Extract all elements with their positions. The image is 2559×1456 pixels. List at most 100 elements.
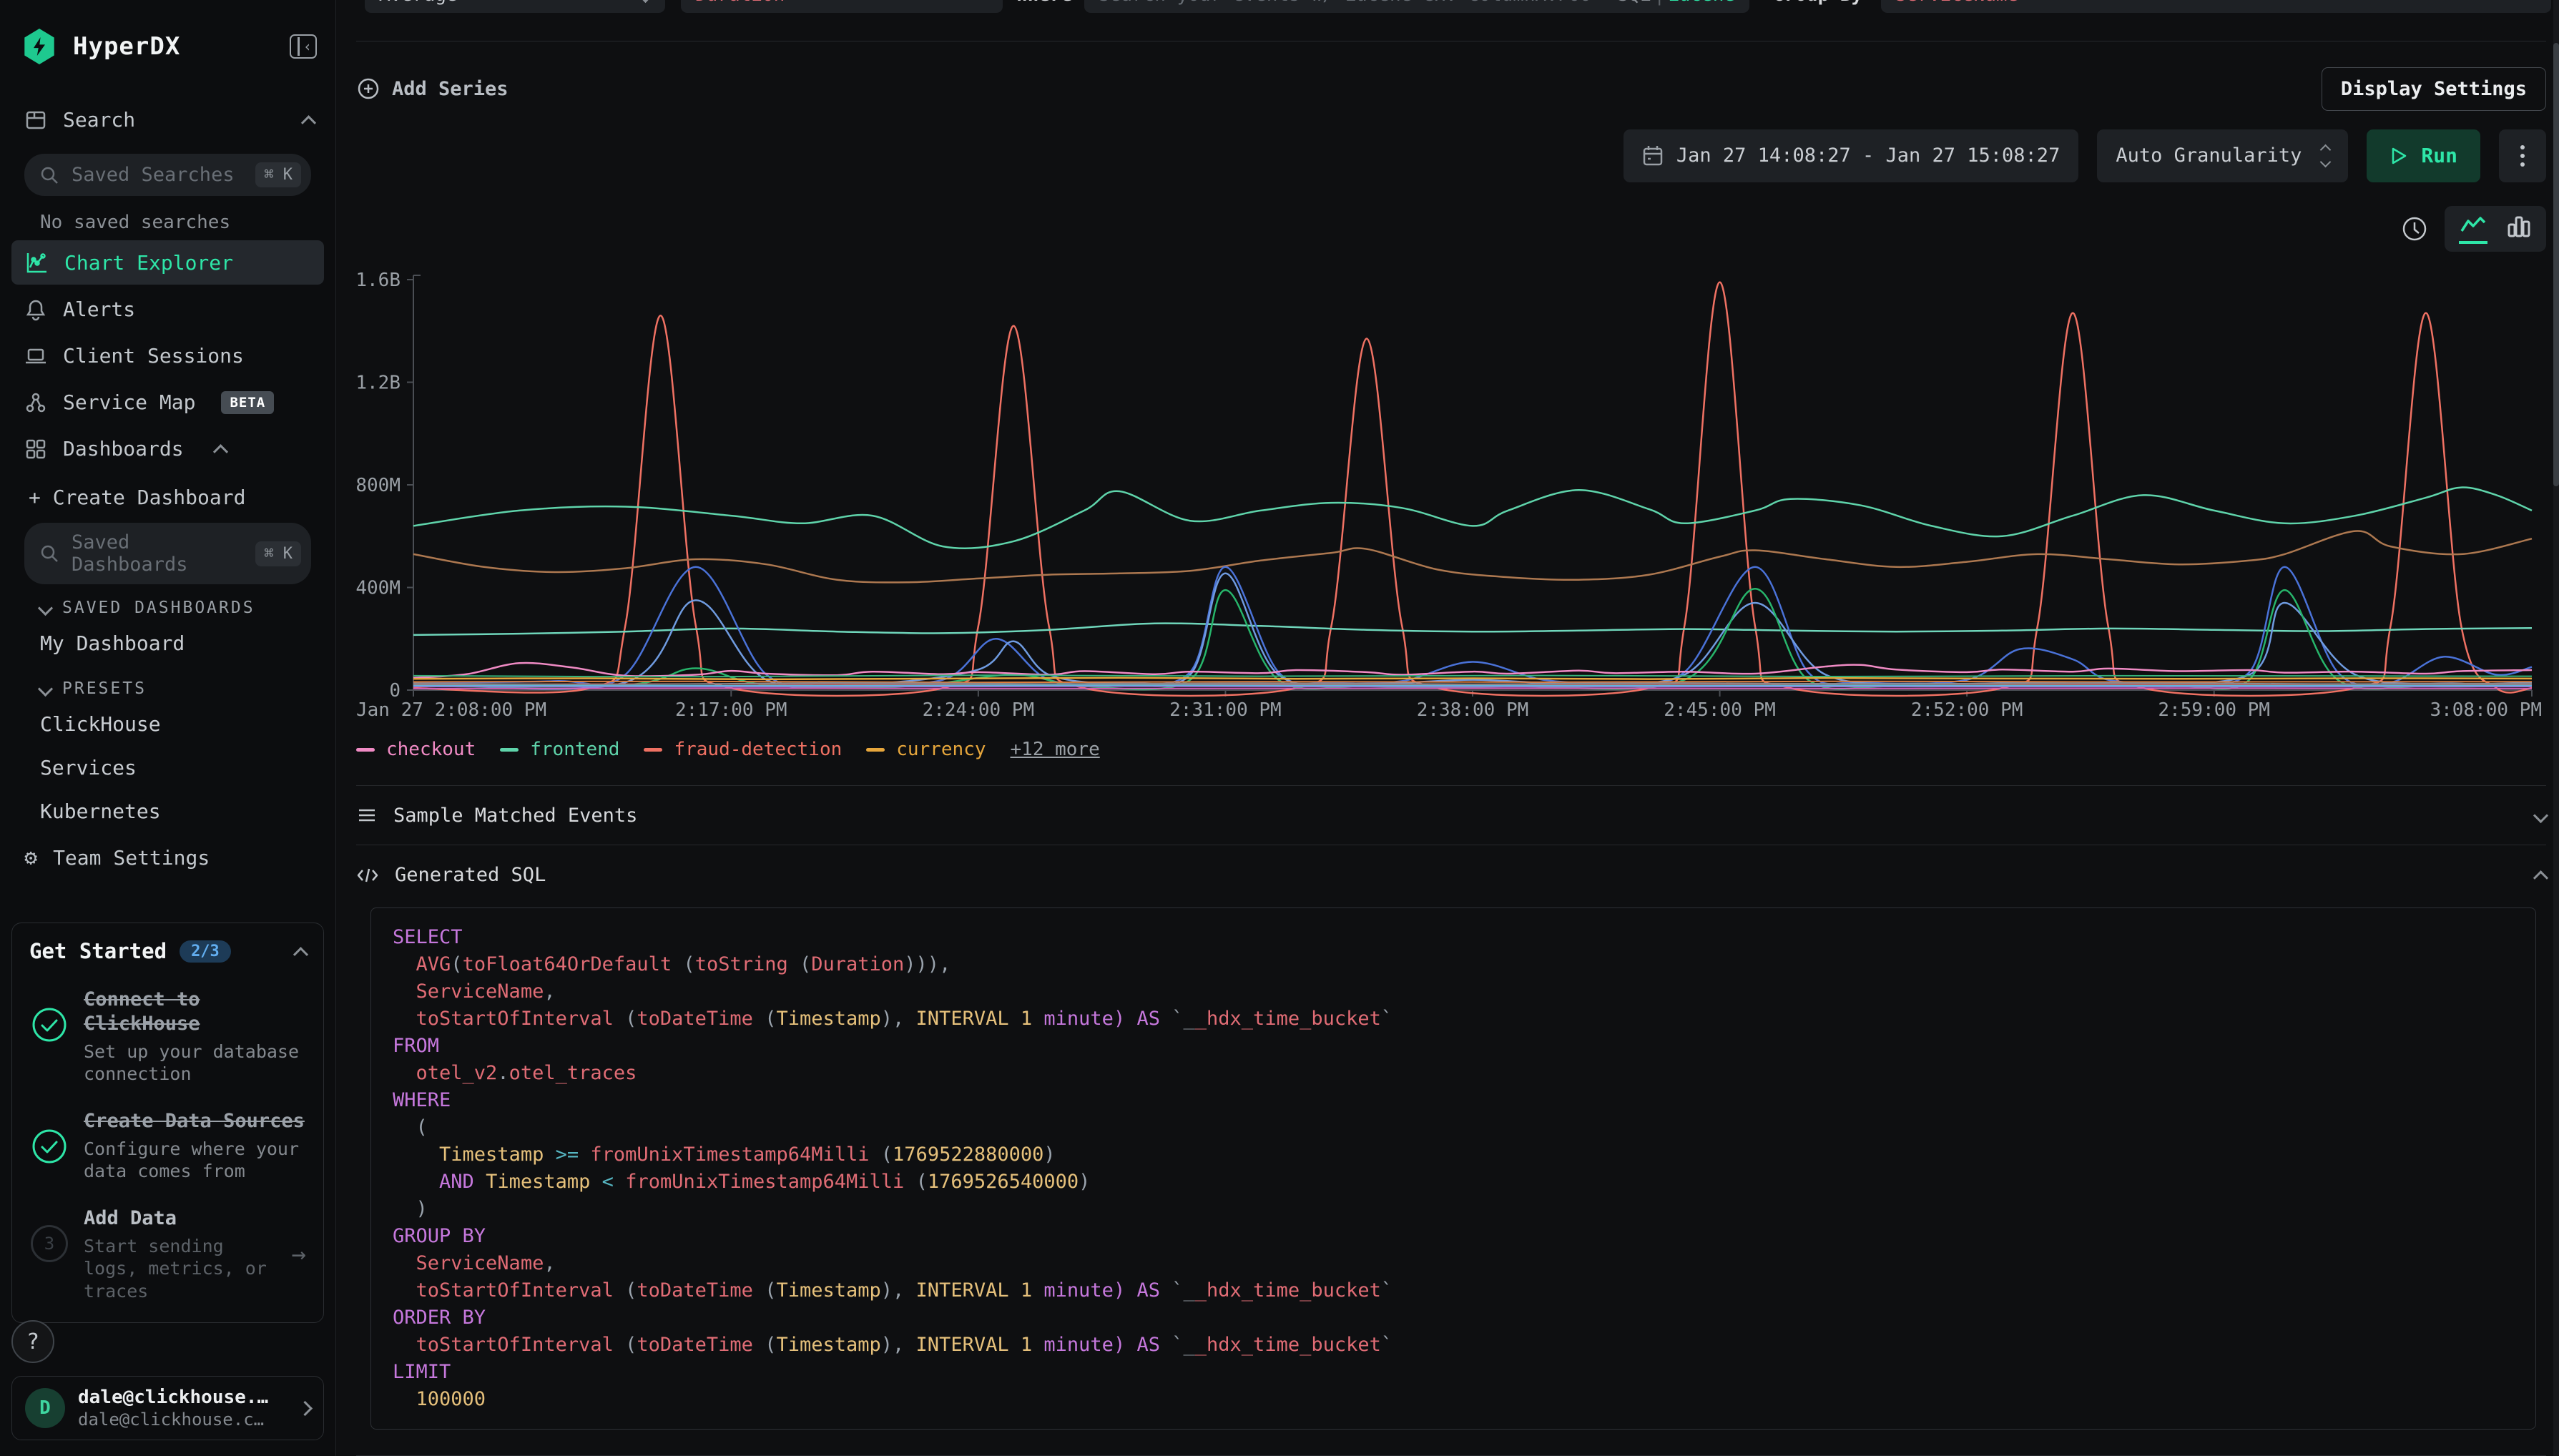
chevron-down-icon [2533,808,2548,823]
run-button[interactable]: Run [2367,129,2480,182]
sidebar-item-label: Dashboards [63,437,184,461]
lang-lucene[interactable]: Lucene [1668,0,1735,6]
chart-explorer-icon [24,250,49,275]
chevron-down-icon [38,600,53,615]
dashboards-icon [24,438,47,461]
legend-item[interactable]: checkout [356,739,476,760]
field-value: Duration [695,0,785,6]
sidebar-item-preset[interactable]: ClickHouse [0,702,335,746]
lang-separator: | [1654,0,1665,6]
sidebar-item-team-settings[interactable]: ⚙ Team Settings [0,833,335,882]
create-dashboard-button[interactable]: + Create Dashboard [0,473,335,521]
sidebar-item-label: Chart Explorer [64,251,233,275]
step-description: Set up your database connection [84,1041,306,1086]
bell-icon [24,298,47,321]
saved-dashboards-input[interactable]: Saved Dashboards ⌘ K [24,523,311,584]
svg-text:2:38:00 PM: 2:38:00 PM [1417,699,1529,721]
saved-dashboards-section-toggle[interactable]: SAVED DASHBOARDS [0,584,335,621]
user-name: dale@clickhouse.… [78,1387,287,1408]
app-title: HyperDX [73,32,290,61]
group-by-label: Group By [1773,0,1862,13]
time-format-icon[interactable] [2400,215,2429,243]
shortcut-badge: ⌘ K [255,541,301,566]
scrollbar-track[interactable] [2553,0,2559,1456]
svg-text:400M: 400M [356,577,401,599]
sidebar-item-preset[interactable]: Services [0,746,335,790]
chevron-down-icon [38,681,53,696]
scrollbar-thumb[interactable] [2553,43,2559,486]
presets-section-toggle[interactable]: PRESETS [0,665,335,702]
shortcut-badge: ⌘ K [255,162,301,187]
saved-searches-input[interactable]: Saved Searches ⌘ K [24,154,311,196]
legend-swatch [356,748,375,752]
series-more-11 [413,685,2532,686]
sidebar-item-label: Alerts [63,297,135,321]
sidebar-item-alerts[interactable]: Alerts [11,287,324,331]
chevron-up-icon[interactable] [212,444,227,459]
line-chart-toggle[interactable] [2459,214,2487,244]
svg-text:0: 0 [389,680,401,702]
lang-sql[interactable]: SQL [1617,0,1651,6]
sidebar-item-service-map[interactable]: Service Map BETA [11,380,324,424]
display-settings-button[interactable]: Display Settings [2322,67,2546,111]
granularity-select[interactable]: Auto Granularity [2097,129,2348,182]
app-header: HyperDX ‹ [0,0,335,72]
field-input[interactable]: Duration [681,0,1003,13]
help-button[interactable]: ? [11,1320,54,1363]
saved-searches-placeholder: Saved Searches [72,164,244,186]
step-title: Add Data [84,1206,277,1231]
legend-item[interactable]: currency [866,739,986,760]
sidebar-item-chart-explorer[interactable]: Chart Explorer [11,240,324,285]
get-started-step[interactable]: Create Data Sources Configure where your … [29,1109,306,1182]
sidebar-item-label: Service Map [63,390,195,414]
sidebar-collapse-icon[interactable]: ‹ [290,34,317,59]
step-title: Create Data Sources [84,1109,306,1133]
query-toolbar: Average Duration Where Search your event… [356,0,2546,41]
bar-chart-toggle[interactable] [2506,213,2532,245]
more-options-button[interactable] [2499,129,2546,182]
user-menu[interactable]: D dale@clickhouse.… dale@clickhouse.c… [11,1376,324,1440]
bar-chart-icon [2506,213,2532,239]
sidebar-item-client-sessions[interactable]: Client Sessions [11,334,324,378]
chevron-up-icon[interactable] [301,115,316,130]
generated-sql-header[interactable]: Generated SQL [356,845,2546,905]
legend-more-link[interactable]: +12 more [1011,739,1100,760]
aggregation-value: Average [379,0,458,6]
service-map-icon [24,391,47,414]
legend-swatch [500,748,519,752]
sidebar-item-preset[interactable]: Kubernetes [0,790,335,833]
add-series-button[interactable]: Add Series [356,77,509,101]
timeseries-chart[interactable]: 0400M800M1.2B1.6BJan 27 2:08:00 PM2:17:0… [356,268,2546,733]
sample-matched-events-header[interactable]: Sample Matched Events [356,785,2546,845]
add-series-label: Add Series [392,78,509,100]
get-started-step[interactable]: Connect to ClickHouseSet up your databas… [29,988,306,1085]
sidebar-item-search[interactable]: Search [0,96,335,144]
legend-label: fraud-detection [674,739,842,760]
section-label: SAVED DASHBOARDS [62,599,255,617]
hyperdx-logo-icon [23,29,56,64]
chevron-up-icon[interactable] [293,947,308,962]
aggregation-select[interactable]: Average [365,0,665,13]
get-started-card: Get Started 2/3 Connect to ClickHouseSet… [11,923,324,1323]
step-description: Configure where your data comes from [84,1138,306,1183]
series-more-6 [413,675,2532,677]
legend-label: checkout [386,739,476,760]
series-more-1 [413,531,2532,582]
lucene-search-input[interactable]: Search your events w/ Lucene ex: ColumnA… [1084,0,1749,13]
date-range-input[interactable]: Jan 27 14:08:27 - Jan 27 15:08:27 [1624,129,2078,182]
get-started-step[interactable]: 3Add DataStart sending logs, metrics, or… [29,1206,306,1302]
legend-item[interactable]: fraud-detection [644,739,842,760]
sidebar-item-my-dashboard[interactable]: My Dashboard [0,621,335,665]
svg-text:Jan 27 2:08:00 PM: Jan 27 2:08:00 PM [356,699,546,721]
svg-text:1.2B: 1.2B [356,372,401,393]
sidebar-item-dashboards[interactable]: Dashboards [11,427,324,471]
group-by-input[interactable]: ServiceName [1881,0,2551,13]
gear-icon: ⚙ [24,845,37,870]
main-content: Average Duration Where Search your event… [336,0,2559,1456]
search-icon [39,164,60,186]
create-dashboard-label: + Create Dashboard [29,486,245,509]
legend-item[interactable]: frontend [500,739,619,760]
svg-text:3:08:00 PM: 3:08:00 PM [2430,699,2542,721]
avatar: D [25,1388,65,1428]
generated-sql-code[interactable]: SELECT AVG(toFloat64OrDefault (toString … [370,907,2536,1430]
